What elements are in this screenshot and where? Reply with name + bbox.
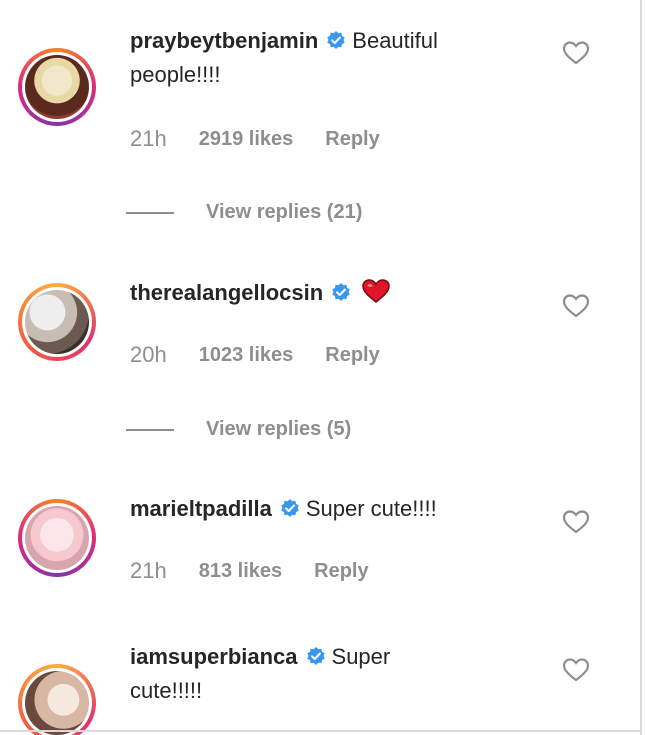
comment-body-cont: cute!!!!!	[130, 678, 203, 703]
comment-likes[interactable]: 1023 likes	[199, 344, 294, 367]
comment-body: Super cute!!!!	[305, 496, 437, 521]
verified-badge-icon	[332, 283, 350, 301]
comment-body: Super	[331, 644, 391, 669]
view-replies-button[interactable]: View replies (5)	[126, 418, 351, 441]
comment-meta: 21h 2919 likes Reply	[130, 126, 380, 152]
comment-likes[interactable]: 2919 likes	[199, 128, 294, 151]
comment-text: marieltpadilla Super cute!!!!	[130, 492, 550, 526]
heart-outline-icon[interactable]	[562, 40, 590, 66]
avatar[interactable]	[18, 283, 96, 361]
comment-body: Beautiful	[352, 28, 438, 53]
comment-username[interactable]: iamsuperbianca	[130, 644, 298, 669]
comment-timestamp: 20h	[130, 342, 167, 367]
avatar-photo	[25, 506, 89, 570]
comment-likes[interactable]: 813 likes	[199, 560, 282, 583]
bottom-border	[0, 730, 640, 732]
comment-username[interactable]: praybeytbenjamin	[130, 28, 318, 53]
avatar-photo	[25, 290, 89, 354]
comment-text: praybeytbenjamin Beautiful people!!!!	[130, 24, 550, 92]
view-replies-label: View replies (21)	[206, 201, 363, 223]
divider-line	[126, 211, 174, 214]
reply-button[interactable]: Reply	[325, 128, 379, 151]
avatar[interactable]	[18, 48, 96, 126]
heart-outline-icon[interactable]	[562, 509, 590, 535]
comment-meta: 20h 1023 likes Reply	[130, 342, 380, 368]
comment-username[interactable]: marieltpadilla	[130, 496, 272, 521]
comment-body-cont: people!!!!	[130, 62, 221, 87]
avatar-photo	[25, 671, 89, 735]
avatar-photo	[25, 55, 89, 119]
heart-outline-icon[interactable]	[562, 293, 590, 319]
comment-timestamp: 21h	[130, 558, 167, 583]
divider-line	[126, 428, 174, 431]
avatar[interactable]	[18, 664, 96, 735]
comment-meta: 21h 813 likes Reply	[130, 558, 369, 584]
comment-text: therealangellocsin	[130, 276, 550, 310]
view-replies-button[interactable]: View replies (21)	[126, 201, 362, 224]
avatar[interactable]	[18, 499, 96, 577]
view-replies-label: View replies (5)	[206, 418, 352, 440]
verified-badge-icon	[281, 499, 299, 517]
comments-panel: praybeytbenjamin Beautiful people!!!! 21h…	[0, 0, 642, 735]
heart-outline-icon[interactable]	[562, 657, 590, 683]
comment-username[interactable]: therealangellocsin	[130, 280, 323, 305]
reply-button[interactable]: Reply	[314, 560, 368, 583]
comment-text: iamsuperbianca Super cute!!!!!	[130, 640, 550, 708]
comment-timestamp: 21h	[130, 126, 167, 151]
verified-badge-icon	[306, 647, 325, 665]
verified-badge-icon	[327, 31, 346, 49]
red-heart-emoji-icon	[362, 279, 390, 303]
reply-button[interactable]: Reply	[325, 344, 379, 367]
